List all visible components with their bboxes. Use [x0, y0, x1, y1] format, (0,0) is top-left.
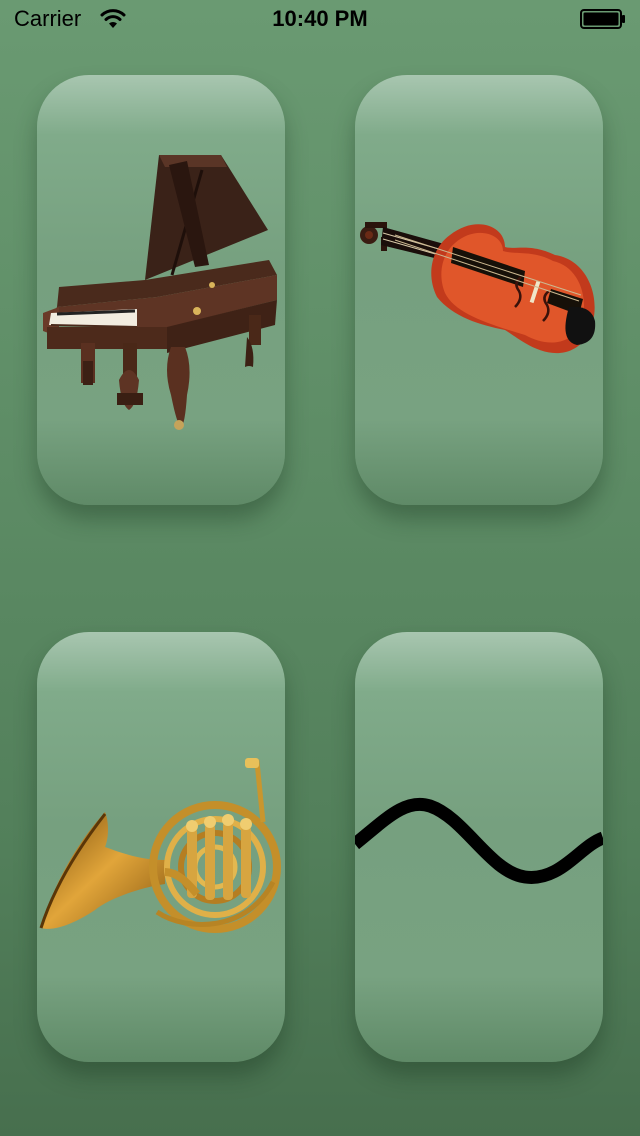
tile-wave[interactable]	[355, 632, 603, 1062]
sine-wave-icon	[355, 797, 603, 884]
tile-horn[interactable]	[37, 632, 285, 1062]
status-time: 10:40 PM	[272, 6, 368, 31]
status-bar: Carrier 10:40 PM	[0, 0, 640, 40]
violin-icon	[360, 222, 596, 354]
battery-icon	[580, 9, 625, 29]
tile-piano[interactable]	[37, 75, 285, 505]
tile-violin[interactable]	[355, 75, 603, 505]
french-horn-icon	[39, 758, 281, 933]
grand-piano-icon	[43, 155, 277, 430]
